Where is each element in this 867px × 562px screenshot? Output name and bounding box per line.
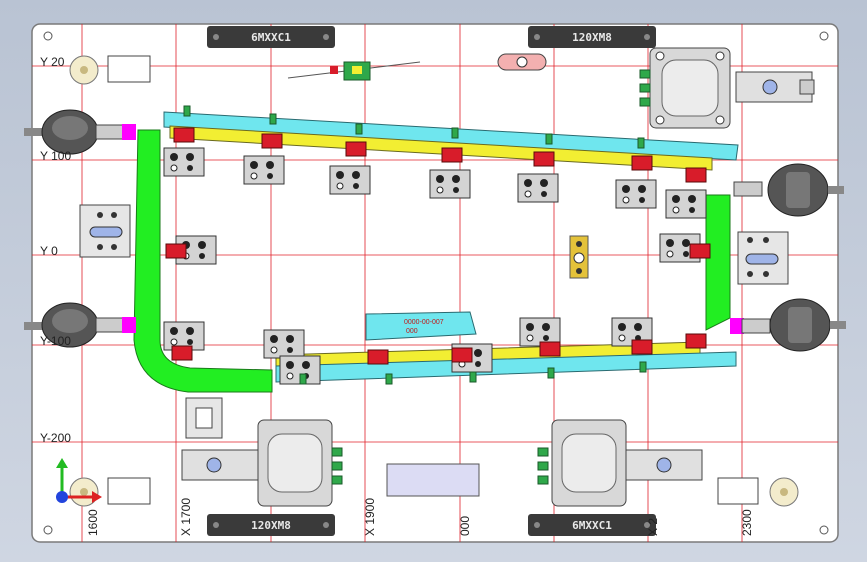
rail-pin [451,127,459,139]
clamp-block[interactable] [329,165,371,195]
rail-pin [639,361,647,373]
toggle-clamp-icon[interactable] [181,449,259,481]
cylinder-icon[interactable] [257,419,343,507]
clamp-red[interactable] [451,347,473,363]
axis-label: 2300 [740,509,754,536]
clamp-red[interactable] [685,167,707,183]
clamp-block[interactable] [429,169,471,199]
axis-label: X 1700 [179,498,193,536]
clamp-red[interactable] [689,243,711,259]
clamp-block[interactable] [665,189,707,219]
slot-bracket[interactable] [497,53,547,71]
clamp-red[interactable] [631,155,653,171]
label-plate-bottom-right: 6MXXC1 [528,514,656,536]
clamp-red[interactable] [261,133,283,149]
locator-pin-icon[interactable] [769,477,799,507]
rail-pin [545,133,553,145]
rail-pin [547,367,555,379]
rail-pin [299,373,307,385]
bottom-bracket[interactable] [185,397,223,439]
toggle-clamp-icon[interactable] [735,71,815,103]
label-plate-text: 120XM8 [251,519,291,532]
axis-label: 1600 [86,509,100,536]
toggle-clamp-icon[interactable] [625,449,703,481]
clamp-red[interactable] [165,243,187,259]
rail-pin [385,373,393,385]
rail-pin [355,123,363,135]
clamp-red[interactable] [441,147,463,163]
blank-plate [107,55,151,83]
rail-pin [269,113,277,125]
axis-label: Y-200 [40,431,71,445]
nameplate [386,463,480,497]
clamp-red[interactable] [631,339,653,355]
label-plate-text: 6MXXC1 [251,31,291,44]
cylinder-icon[interactable] [639,47,731,129]
clamp-block[interactable] [243,155,285,185]
blank-plate [107,477,151,505]
side-bracket-left[interactable] [79,204,131,258]
cad-viewport[interactable]: 6MXXC1 120XM8 120XM8 6MXXC1 0000-00-007 … [0,0,867,562]
label-plate-top-right: 120XM8 [528,26,656,48]
axis-label: X 2 [646,518,660,536]
axis-label: Y-100 [40,334,71,348]
clamp-red[interactable] [367,349,389,365]
label-plate-bottom-left: 120XM8 [207,514,335,536]
label-plate-top-left: 6MXXC1 [207,26,335,48]
clamp-red[interactable] [539,341,561,357]
label-plate-text: 120XM8 [572,31,612,44]
clamp-block[interactable] [615,179,657,209]
clamp-block[interactable] [517,173,559,203]
rail-pin [637,137,645,149]
center-locator[interactable] [569,235,589,279]
axis-label: 000 [458,516,472,536]
part-number: 0000-00-007 [404,319,444,326]
clamp-red[interactable] [533,151,555,167]
side-bracket-right[interactable] [737,231,789,285]
blank-plate [717,477,759,505]
axis-label: Y 20 [40,55,65,69]
clamp-block[interactable] [163,147,205,177]
label-plate-text: 6MXXC1 [572,519,612,532]
clamp-red[interactable] [685,333,707,349]
locator-pin-icon[interactable] [69,55,99,85]
clamp-block[interactable] [263,329,305,359]
clamp-red[interactable] [173,127,195,143]
rail-pin [183,105,191,117]
clamp-red[interactable] [345,141,367,157]
rail-pin [469,371,477,383]
green-fixture-right[interactable] [705,194,731,331]
axis-label: Y 100 [40,149,71,163]
clamp-red[interactable] [171,345,193,361]
axis-label: Y 0 [40,244,58,258]
axis-label: X 1900 [363,498,377,536]
part-suffix: 000 [406,328,418,335]
